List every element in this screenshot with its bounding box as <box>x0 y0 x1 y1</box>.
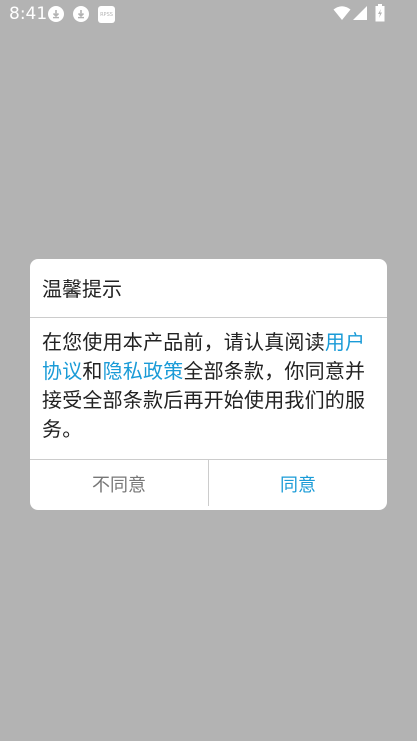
disagree-button[interactable]: 不同意 <box>30 460 208 508</box>
status-time: 8:41 <box>9 4 48 24</box>
message-text: 和 <box>82 359 103 383</box>
screen: 8:41 RPSS 温馨提示 在您使用本产品前，请认真阅读用户协议和隐私政策全部… <box>0 0 417 741</box>
battery-icon <box>375 4 385 26</box>
agree-button[interactable]: 同意 <box>209 460 387 508</box>
status-bar: 8:41 RPSS <box>0 0 417 28</box>
message-text: 在您使用本产品前，请认真阅读 <box>42 330 325 354</box>
app-notification-icon-text: RPSS <box>100 11 113 18</box>
wifi-icon <box>333 5 351 25</box>
divider <box>30 317 387 318</box>
download-icon <box>48 6 64 22</box>
download-icon <box>73 6 89 22</box>
dialog-message: 在您使用本产品前，请认真阅读用户协议和隐私政策全部条款，你同意并接受全部条款后再… <box>42 328 378 444</box>
app-notification-icon: RPSS <box>98 6 115 23</box>
dialog-title: 温馨提示 <box>42 277 122 301</box>
privacy-policy-link[interactable]: 隐私政策 <box>103 359 184 383</box>
privacy-dialog: 温馨提示 在您使用本产品前，请认真阅读用户协议和隐私政策全部条款，你同意并接受全… <box>30 259 387 510</box>
signal-icon <box>352 5 368 25</box>
